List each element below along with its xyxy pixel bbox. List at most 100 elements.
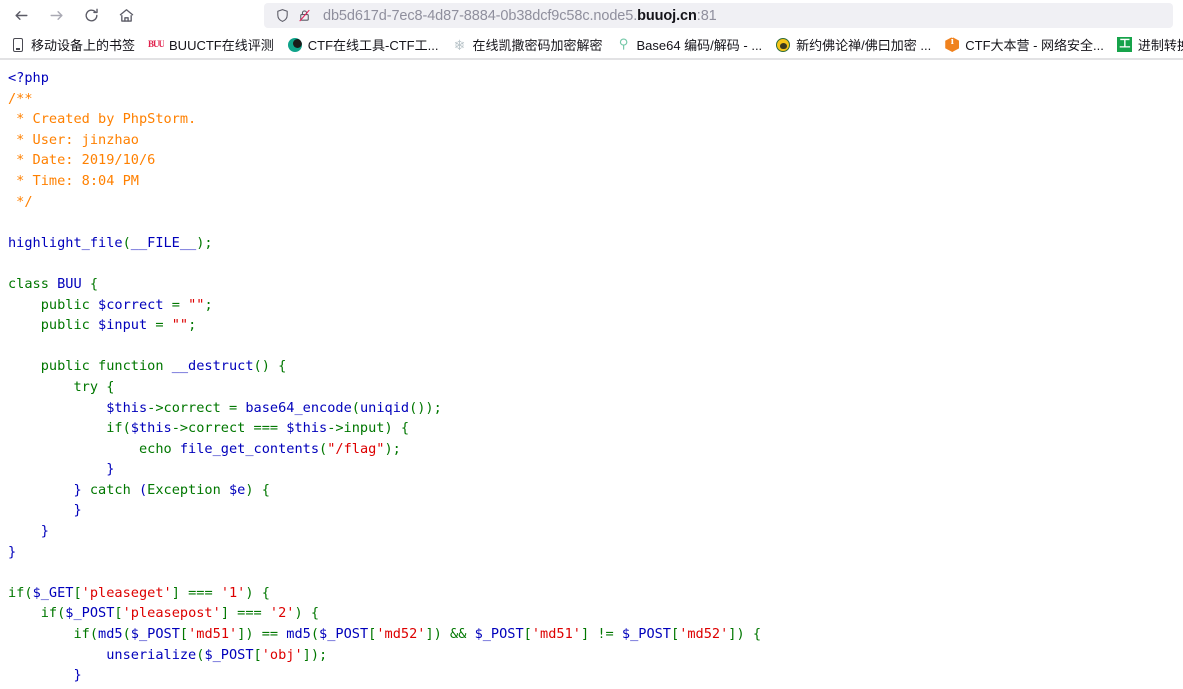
code-token: md5 [286,626,311,643]
code-token: public [8,317,99,334]
bookmark-ctf-tools[interactable]: CTF在线工具-CTF工... [282,34,444,56]
reload-icon [83,7,100,24]
code-token: ( [122,234,131,251]
code-token: $e [228,481,246,498]
code-token: ]) { [728,626,762,643]
code-token: /** [8,90,33,107]
address-bar-text[interactable]: db5d617d-7ec8-4d87-8884-0b38dcf9c58c.nod… [323,8,717,24]
bookmark-caesar-cipher[interactable]: ❄ 在线凯撒密码加密解密 [446,34,607,56]
code-token: ]); [302,646,328,663]
bookmark-label: 新约佛论禅/佛曰加密 ... [796,38,932,53]
code-token: if( [8,605,66,622]
lock-crossed-icon[interactable] [294,6,314,26]
bookmark-buddha-cipher[interactable]: 新约佛论禅/佛曰加密 ... [770,34,936,56]
code-token: = [171,296,189,313]
radix-convert-icon: 工 [1117,37,1133,52]
code-token: ( [310,626,320,643]
code-token: "" [188,296,205,313]
buuctf-icon: BUU [148,39,165,49]
code-token: ( [319,440,328,457]
code-token: ->correct === [171,420,287,437]
code-token: } [8,523,49,540]
code-token: $this [106,399,148,416]
forward-button[interactable] [41,3,71,29]
code-token: ( [122,626,131,643]
bookmark-radix-convert[interactable]: 工 进制转换 - 在线工具 [1112,34,1183,56]
code-token: 'md51' [188,626,238,643]
code-token: ; [204,296,213,313]
shield-icon[interactable] [272,6,292,26]
code-token: $_POST [319,626,369,643]
code-token: $this [286,420,328,437]
page-content: <?php /** * Created by PhpStorm. * User:… [0,60,1183,689]
code-token: [ [179,626,189,643]
php-source-listing: <?php /** * Created by PhpStorm. * User:… [8,68,1175,689]
code-token: __FILE__ [130,234,197,251]
caesar-cipher-icon: ❄ [453,36,466,53]
code-token: unserialize [106,646,197,663]
code-token: if( [8,584,33,601]
code-token: [ [253,646,262,663]
base64-icon: ⚲ [618,36,629,52]
forward-arrow-icon [48,7,65,24]
code-token: base64_encode [245,399,352,416]
code-token: $this [130,420,172,437]
code-token: class [8,275,58,292]
code-token: ) { [245,481,270,498]
code-token: ) { [294,605,320,622]
code-token: ->input) { [327,420,410,437]
code-token: ] != [580,626,622,643]
bookmark-buuctf[interactable]: BUU BUUCTF在线评测 [143,34,279,56]
bookmark-mobile-bookmarks[interactable]: 移动设备上的书签 [5,34,140,56]
code-token: () { [253,358,287,375]
code-token: $_POST [204,646,254,663]
code-token: catch [89,481,139,498]
bookmark-label: CTF大本营 - 网络安全... [965,38,1104,53]
code-token: public [8,296,99,313]
reload-button[interactable] [76,3,106,29]
ctf-tools-icon [287,37,303,53]
code-token: } [8,667,82,684]
code-token: $input [98,317,156,334]
bookmarks-bar: 移动设备上的书签 BUU BUUCTF在线评测 CTF在线工具-CTF工... … [0,31,1183,59]
code-token: '2' [269,605,295,622]
code-token: highlight_file [8,234,123,251]
code-token: ] === [220,605,270,622]
home-icon [118,7,135,24]
url-prefix: db5d617d-7ec8-4d87-8884-0b38dcf9c58c.nod… [323,7,638,24]
back-button[interactable] [6,3,36,29]
code-token: ->correct = [147,399,246,416]
code-token: __destruct [171,358,254,375]
bookmark-base64[interactable]: ⚲ Base64 编码/解码 - ... [610,34,767,56]
bookmark-label: 在线凯撒密码加密解密 [472,38,603,53]
ctf-camp-icon [944,37,960,53]
bookmark-label: BUUCTF在线评测 [169,38,274,53]
code-token: [ [73,584,82,601]
code-token: [ [114,605,123,622]
code-token: uniqid [359,399,410,416]
code-token: { [89,275,99,292]
bookmark-ctf-camp[interactable]: CTF大本营 - 网络安全... [939,34,1109,56]
url-host: buuoj.cn [637,7,697,24]
code-token: if( [8,626,99,643]
code-token: = [155,317,172,334]
code-token: } [8,461,115,478]
code-token: $_POST [65,605,115,622]
buddha-icon [775,37,791,53]
code-token: 'md52' [679,626,729,643]
code-token: echo [8,440,180,457]
code-token: '1' [220,584,246,601]
url-port: :81 [696,7,717,24]
code-token: BUU [57,275,90,292]
code-token: * User: jinzhao [8,131,139,148]
home-button[interactable] [111,3,141,29]
browser-chrome: db5d617d-7ec8-4d87-8884-0b38dcf9c58c.nod… [0,0,1183,60]
code-token: 'pleaseget' [81,584,172,601]
code-token: ( [351,399,360,416]
code-token: $correct [98,296,172,313]
code-token: $_POST [130,626,180,643]
code-token: */ [8,193,33,210]
code-token: ] === [171,584,221,601]
address-bar[interactable]: db5d617d-7ec8-4d87-8884-0b38dcf9c58c.nod… [264,3,1173,28]
